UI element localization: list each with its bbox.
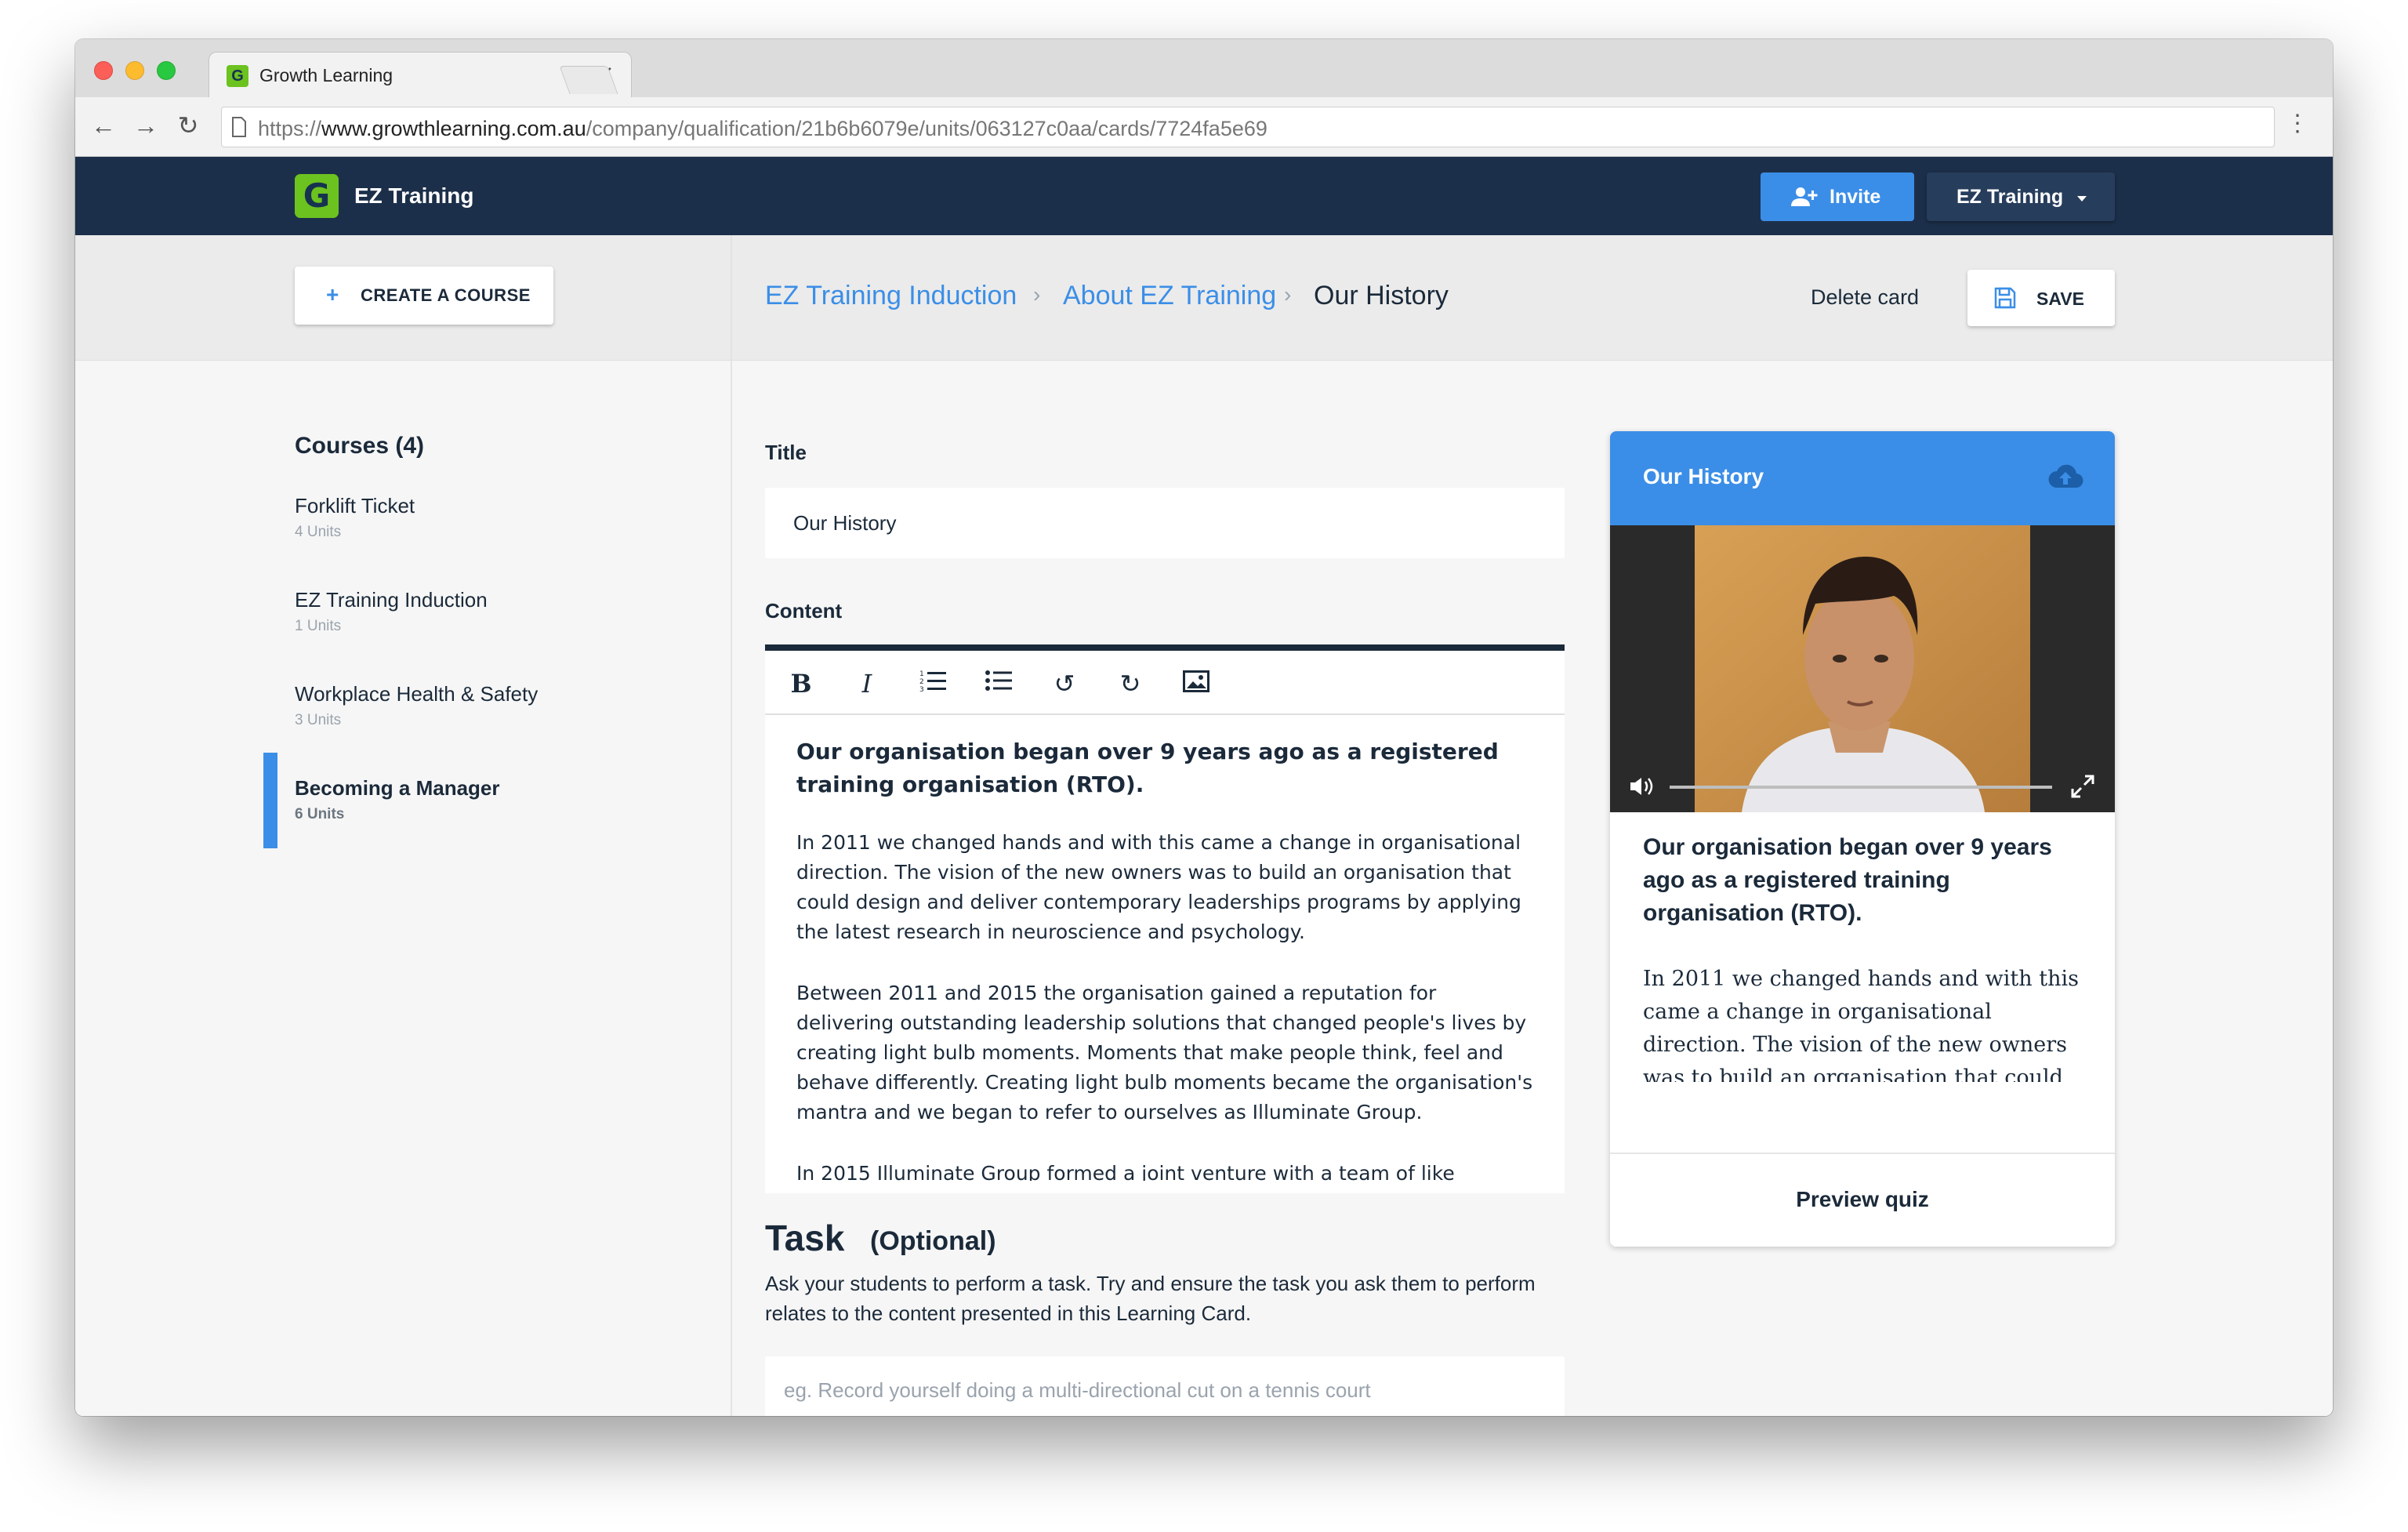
task-optional-label: (Optional) <box>870 1226 996 1256</box>
course-item-ez-training-induction[interactable]: EZ Training Induction 1 Units <box>295 588 702 685</box>
editor-toolbar: B I 123 ↺ ↻ <box>765 651 1565 715</box>
page-icon <box>232 117 246 137</box>
breadcrumb-separator-icon: › <box>1033 282 1041 307</box>
task-help-text: Ask your students to perform a task. Try… <box>765 1272 1536 1325</box>
invite-label: Invite <box>1830 186 1881 208</box>
course-units: 1 Units <box>295 618 342 634</box>
close-window-button[interactable] <box>94 61 113 80</box>
org-label: EZ Training <box>1956 186 2064 208</box>
save-icon <box>1994 287 2016 309</box>
task-input-placeholder: eg. Record yourself doing a multi-direct… <box>784 1378 1371 1402</box>
breadcrumb-separator-icon: › <box>1284 282 1292 307</box>
preview-quiz-button[interactable]: Preview quiz <box>1610 1153 2115 1247</box>
italic-icon[interactable]: I <box>851 668 883 699</box>
content-label: Content <box>765 599 843 623</box>
video-player[interactable] <box>1610 525 2115 812</box>
save-label: SAVE <box>2036 289 2084 309</box>
chevron-down-icon <box>2077 196 2087 201</box>
browser-toolbar: ← → ↻ https://www.growthlearning.com.au/… <box>75 97 2333 157</box>
task-input[interactable]: eg. Record yourself doing a multi-direct… <box>765 1356 1565 1416</box>
volume-icon[interactable] <box>1629 776 1654 797</box>
delete-card-link[interactable]: Delete card <box>1811 285 1919 310</box>
editor-paragraph: Our organisation began over 9 years ago … <box>796 739 1499 797</box>
app-navbar: G EZ Training Invite EZ Training <box>75 157 2333 235</box>
preview-text: In 2011 we changed hands and with this c… <box>1643 967 2079 1082</box>
undo-icon[interactable]: ↺ <box>1049 668 1080 699</box>
task-heading: Task <box>765 1218 845 1258</box>
course-name: Becoming a Manager <box>295 776 500 800</box>
preview-header: Our History <box>1610 431 2115 525</box>
browser-menu-icon[interactable]: ⋮ <box>2286 110 2309 137</box>
url-text: https://www.growthlearning.com.au/compan… <box>258 117 1267 140</box>
title-label: Title <box>765 441 807 464</box>
address-bar[interactable]: https://www.growthlearning.com.au/compan… <box>221 107 2275 147</box>
minimize-window-button[interactable] <box>125 61 144 80</box>
ordered-list-icon[interactable]: 123 <box>917 668 948 699</box>
breadcrumb-unit[interactable]: About EZ Training <box>1063 281 1276 311</box>
tab-strip: G Growth Learning ✕ <box>75 39 2333 97</box>
forward-icon[interactable]: → <box>130 110 161 141</box>
create-course-button[interactable]: + CREATE A COURSE <box>295 267 553 325</box>
course-item-workplace-health-safety[interactable]: Workplace Health & Safety 3 Units <box>295 682 702 779</box>
app-logo[interactable]: G <box>295 174 339 218</box>
create-course-label: CREATE A COURSE <box>361 285 531 305</box>
preview-quiz-label: Preview quiz <box>1796 1187 1929 1211</box>
content-area: + CREATE A COURSE EZ Training Induction … <box>75 235 2333 1416</box>
bold-icon[interactable]: B <box>785 668 817 699</box>
title-input-value: Our History <box>793 511 897 535</box>
course-name: Workplace Health & Safety <box>295 682 539 706</box>
back-icon[interactable]: ← <box>88 110 119 141</box>
active-course-indicator <box>263 753 277 848</box>
reload-icon[interactable]: ↻ <box>172 110 204 141</box>
title-input[interactable]: Our History <box>765 488 1565 558</box>
svg-text:2: 2 <box>919 678 924 686</box>
svg-text:1: 1 <box>919 670 924 678</box>
card-preview: Our History Our organisation began over … <box>1610 431 2115 1247</box>
plus-icon: + <box>326 282 339 307</box>
editor-content[interactable]: Our organisation began over 9 years ago … <box>796 735 1533 1192</box>
bullet-list-icon[interactable] <box>983 668 1014 699</box>
rich-text-editor[interactable]: B I 123 ↺ ↻ Our organisation began over … <box>765 644 1565 1193</box>
redo-icon[interactable]: ↻ <box>1115 668 1146 699</box>
browser-window: G Growth Learning ✕ ← → ↻ https://www.gr… <box>75 39 2333 1416</box>
svg-text:3: 3 <box>919 686 924 692</box>
breadcrumb-current: Our History <box>1314 281 1449 310</box>
course-units: 6 Units <box>295 806 345 822</box>
tab-title: Growth Learning <box>259 65 393 85</box>
courses-heading: Courses (4) <box>295 433 425 459</box>
course-units: 4 Units <box>295 524 342 540</box>
new-tab-button[interactable] <box>559 66 618 94</box>
course-item-becoming-a-manager[interactable]: Becoming a Manager 6 Units <box>295 776 702 873</box>
favicon-icon: G <box>227 65 248 87</box>
invite-button[interactable]: Invite <box>1761 172 1914 221</box>
preview-title: Our History <box>1643 464 1764 488</box>
editor-paragraph: Between 2011 and 2015 the organisation g… <box>796 982 1533 1124</box>
video-controls <box>1610 761 2115 812</box>
app-name[interactable]: EZ Training <box>354 183 473 209</box>
course-item-forklift-ticket[interactable]: Forklift Ticket 4 Units <box>295 494 702 591</box>
course-name: Forklift Ticket <box>295 494 415 517</box>
save-button[interactable]: SAVE <box>1967 270 2115 326</box>
maximize-window-button[interactable] <box>157 61 176 80</box>
image-icon[interactable] <box>1180 668 1212 699</box>
course-name: EZ Training Induction <box>295 588 488 612</box>
column-divider <box>731 235 732 1416</box>
cloud-upload-icon[interactable] <box>2047 463 2083 489</box>
video-progress-track[interactable] <box>1670 786 2052 789</box>
editor-bottom-edge <box>765 1181 1565 1193</box>
preview-content: Our organisation began over 9 years ago … <box>1643 831 2090 1082</box>
preview-lead: Our organisation began over 9 years ago … <box>1643 834 2052 926</box>
breadcrumb-course[interactable]: EZ Training Induction <box>765 281 1017 311</box>
course-units: 3 Units <box>295 712 342 728</box>
org-dropdown[interactable]: EZ Training <box>1927 172 2115 221</box>
add-user-icon <box>1791 187 1818 206</box>
fullscreen-icon[interactable] <box>2071 775 2094 798</box>
editor-paragraph: In 2011 we changed hands and with this c… <box>796 831 1521 943</box>
